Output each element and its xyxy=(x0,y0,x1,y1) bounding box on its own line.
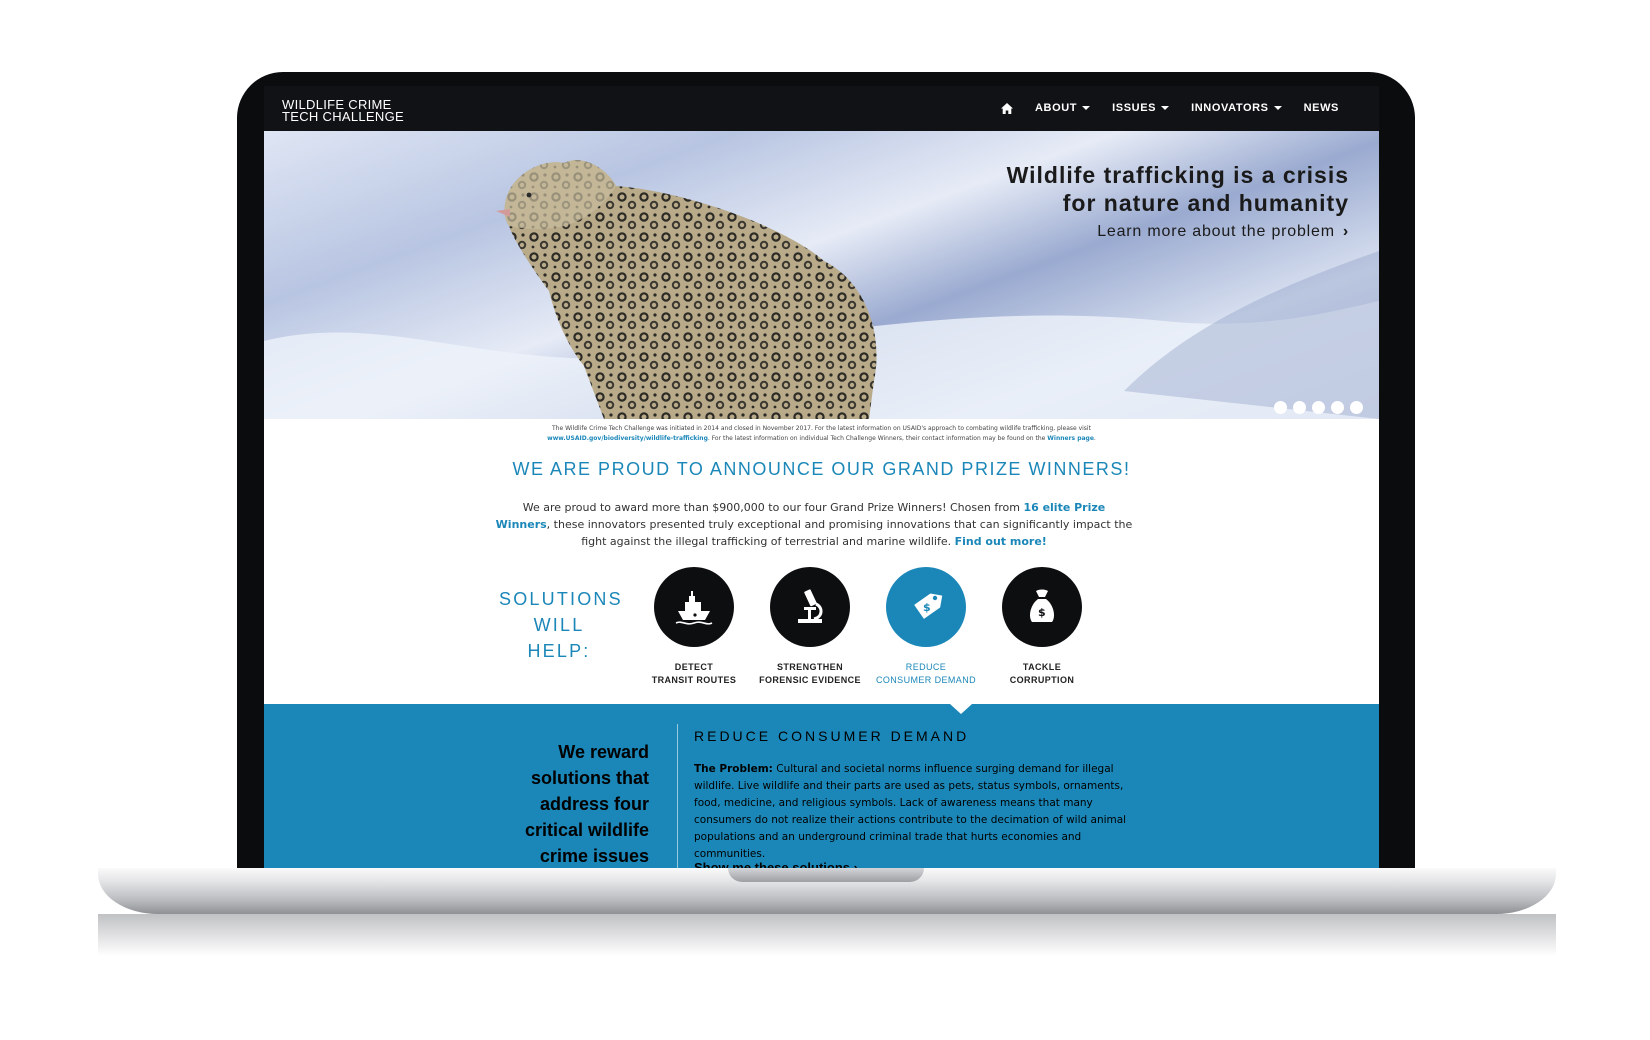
stage: WILDLIFE CRIME TECH CHALLENGE ABOUT ISSU… xyxy=(0,0,1650,1040)
solution-tackle-corruption[interactable]: $ TACKLE CORRUPTION xyxy=(982,567,1102,687)
laptop-reflection xyxy=(98,914,1556,956)
solution-detect-transit-routes[interactable]: DETECT TRANSIT ROUTES xyxy=(634,567,754,687)
svg-text:$: $ xyxy=(923,601,931,614)
nav-item-about[interactable]: ABOUT xyxy=(1035,102,1091,114)
hero-learn-more-link[interactable]: Learn more about the problem › xyxy=(1007,223,1349,241)
closure-notice: The Wildlife Crime Tech Challenge was in… xyxy=(404,424,1239,444)
find-out-more-link[interactable]: Find out more! xyxy=(955,535,1047,548)
logo-line-2: TECH CHALLENGE xyxy=(282,109,404,124)
carousel-dot[interactable] xyxy=(1331,401,1344,414)
nav-item-news[interactable]: NEWS xyxy=(1304,102,1339,114)
nav-item-issues[interactable]: ISSUES xyxy=(1112,102,1170,114)
solution-reduce-consumer-demand[interactable]: $ REDUCE CONSUMER DEMAND xyxy=(866,567,986,687)
hero-link-label: Learn more about the problem xyxy=(1097,223,1335,240)
nav-item-label: ISSUES xyxy=(1112,102,1157,114)
carousel-dot[interactable] xyxy=(1274,401,1287,414)
caret-down-icon xyxy=(1082,106,1091,111)
money-bag-icon: $ xyxy=(1030,589,1054,622)
hero-text: Wildlife trafficking is a crisis for nat… xyxy=(1007,161,1349,241)
ship-icon xyxy=(675,591,713,625)
solution-circle xyxy=(654,567,734,647)
svg-text:$: $ xyxy=(1038,606,1046,619)
notice-text: The Wildlife Crime Tech Challenge was in… xyxy=(552,425,1091,432)
hero-banner: Wildlife trafficking is a crisis for nat… xyxy=(264,131,1379,419)
hero-title: Wildlife trafficking is a crisis for nat… xyxy=(1006,162,1349,216)
solution-caption: REDUCE CONSUMER DEMAND xyxy=(875,662,976,685)
chevron-right-icon: › xyxy=(1342,223,1349,240)
price-tag-icon: $ xyxy=(914,593,943,619)
problem-description: The Problem: Cultural and societal norms… xyxy=(694,761,1149,863)
notice-text: . For the latest information on individu… xyxy=(707,435,1046,442)
solution-circle-active: $ xyxy=(886,567,966,647)
winners-page-link[interactable]: Winners page xyxy=(1047,435,1094,442)
solution-circle xyxy=(770,567,850,647)
solution-circle: $ xyxy=(1002,567,1082,647)
carousel-dots xyxy=(1274,401,1363,414)
solution-caption: STRENGTHEN FORENSIC EVIDENCE xyxy=(759,662,861,685)
site-logo[interactable]: WILDLIFE CRIME TECH CHALLENGE xyxy=(282,98,404,124)
carousel-dot[interactable] xyxy=(1293,401,1306,414)
home-icon[interactable] xyxy=(1001,102,1014,114)
navbar: WILDLIFE CRIME TECH CHALLENGE ABOUT ISSU… xyxy=(264,86,1379,131)
intro-paragraph: We are proud to award more than $900,000… xyxy=(494,499,1134,550)
usaid-link[interactable]: www.USAID.gov/biodiversity/wildlife-traf… xyxy=(547,435,708,442)
active-pointer-arrow xyxy=(950,704,972,714)
solution-caption: DETECT TRANSIT ROUTES xyxy=(651,662,737,685)
nav-item-label: INNOVATORS xyxy=(1191,102,1269,114)
microscope-icon xyxy=(798,589,823,623)
caret-down-icon xyxy=(1273,106,1282,111)
laptop-notch xyxy=(728,868,924,882)
issue-heading: REDUCE CONSUMER DEMAND xyxy=(694,728,970,744)
solution-caption: TACKLE CORRUPTION xyxy=(1009,662,1075,685)
announce-heading: WE ARE PROUD TO ANNOUNCE OUR GRAND PRIZE… xyxy=(512,459,1131,479)
carousel-dot[interactable] xyxy=(1350,401,1363,414)
laptop-screen: WILDLIFE CRIME TECH CHALLENGE ABOUT ISSU… xyxy=(264,86,1379,871)
problem-label: The Problem: xyxy=(694,763,773,775)
nav-item-label: ABOUT xyxy=(1035,102,1078,114)
reward-heading: We reward solutions that address four cr… xyxy=(524,742,649,866)
caret-down-icon xyxy=(1161,106,1170,111)
nav-item-innovators[interactable]: INNOVATORS xyxy=(1191,102,1282,114)
carousel-dot[interactable] xyxy=(1312,401,1325,414)
notice-text: . xyxy=(1093,435,1096,442)
intro-text: We are proud to award more than $900,000… xyxy=(522,501,1020,514)
solution-strengthen-forensic-evidence[interactable]: STRENGTHEN FORENSIC EVIDENCE xyxy=(750,567,870,687)
solutions-label: SOLUTIONS WILL HELP: xyxy=(499,589,623,661)
main-nav: ABOUT ISSUES INNOVATORS NEWS xyxy=(1001,102,1339,114)
problem-text: Cultural and societal norms influence su… xyxy=(694,763,1127,860)
panel-divider xyxy=(677,724,678,871)
